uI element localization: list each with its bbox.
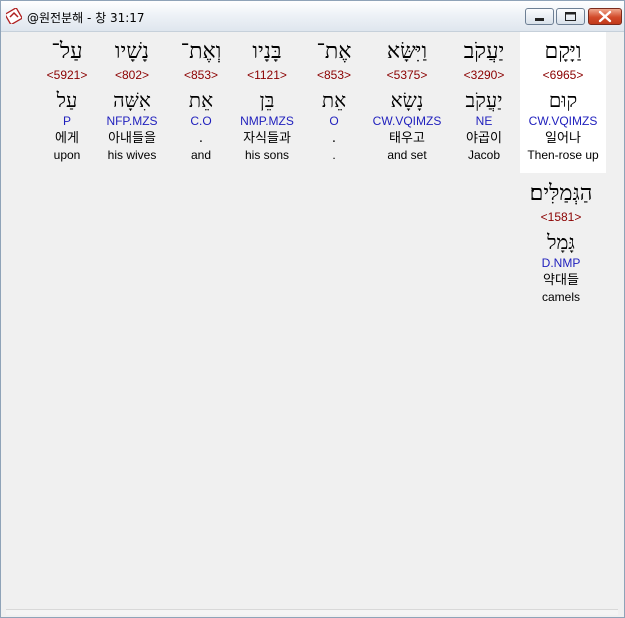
- strong-number[interactable]: <5921>: [24, 68, 110, 86]
- maximize-button[interactable]: [556, 8, 585, 25]
- app-window: @원전분해 - 창 31:17 וַיָּקָם <6965> קוּם CW.…: [0, 0, 625, 618]
- korean-gloss: 야곱이: [466, 131, 502, 146]
- korean-gloss: 약대들: [543, 273, 579, 288]
- word-column[interactable]: עַל־ <5921> עַל P 에게 upon: [24, 38, 110, 162]
- hebrew-root: עַל: [56, 88, 78, 112]
- hebrew-word: וַיָּקָם: [544, 39, 582, 64]
- korean-gloss: 에게: [55, 131, 79, 146]
- english-gloss: Then-rose up: [527, 148, 599, 162]
- title-bar[interactable]: @원전분해 - 창 31:17: [1, 1, 624, 32]
- strong-number[interactable]: <1581>: [511, 210, 611, 228]
- english-gloss: upon: [53, 148, 81, 162]
- status-bar: [6, 609, 618, 615]
- hebrew-root: גָּמָל: [547, 230, 575, 254]
- english-gloss: Jacob: [467, 148, 501, 162]
- strong-number[interactable]: <6965>: [520, 68, 606, 86]
- hebrew-root: יַעֲקֹב: [465, 88, 503, 112]
- close-icon: [598, 10, 612, 23]
- english-gloss: camels: [541, 290, 580, 304]
- parsing-code: NE: [475, 114, 493, 128]
- close-button[interactable]: [588, 8, 622, 25]
- bible-app-icon: [6, 8, 22, 24]
- word-column[interactable]: יַעֲקֹב <3290> יַעֲקֹב NE 야곱이 Jacob: [441, 38, 527, 162]
- hebrew-word: הַגְּמַלִּים׃: [529, 181, 593, 206]
- korean-gloss: 일어나: [545, 131, 581, 146]
- word-column[interactable]: הַגְּמַלִּים׃ <1581> גָּמָל D.NMP 약대들 ca…: [511, 180, 611, 304]
- parsing-code: CW.VQIMZS: [528, 114, 598, 128]
- maximize-icon: [565, 12, 576, 21]
- hebrew-root: קוּם: [548, 88, 578, 112]
- word-column[interactable]: וַיָּקָם <6965> קוּם CW.VQIMZS 일어나 Then-…: [520, 32, 606, 173]
- minimize-icon: [535, 18, 544, 21]
- strong-number[interactable]: <3290>: [441, 68, 527, 86]
- window-title: @원전분해 - 창 31:17: [27, 11, 145, 25]
- parsing-code: P: [62, 114, 71, 128]
- hebrew-word: יַעֲקֹב: [463, 39, 505, 64]
- hebrew-word: עַל־: [51, 39, 83, 64]
- parsing-code: D.NMP: [541, 256, 581, 270]
- interlinear-view: וַיָּקָם <6965> קוּם CW.VQIMZS 일어나 Then-…: [6, 32, 618, 609]
- minimize-button[interactable]: [525, 8, 554, 25]
